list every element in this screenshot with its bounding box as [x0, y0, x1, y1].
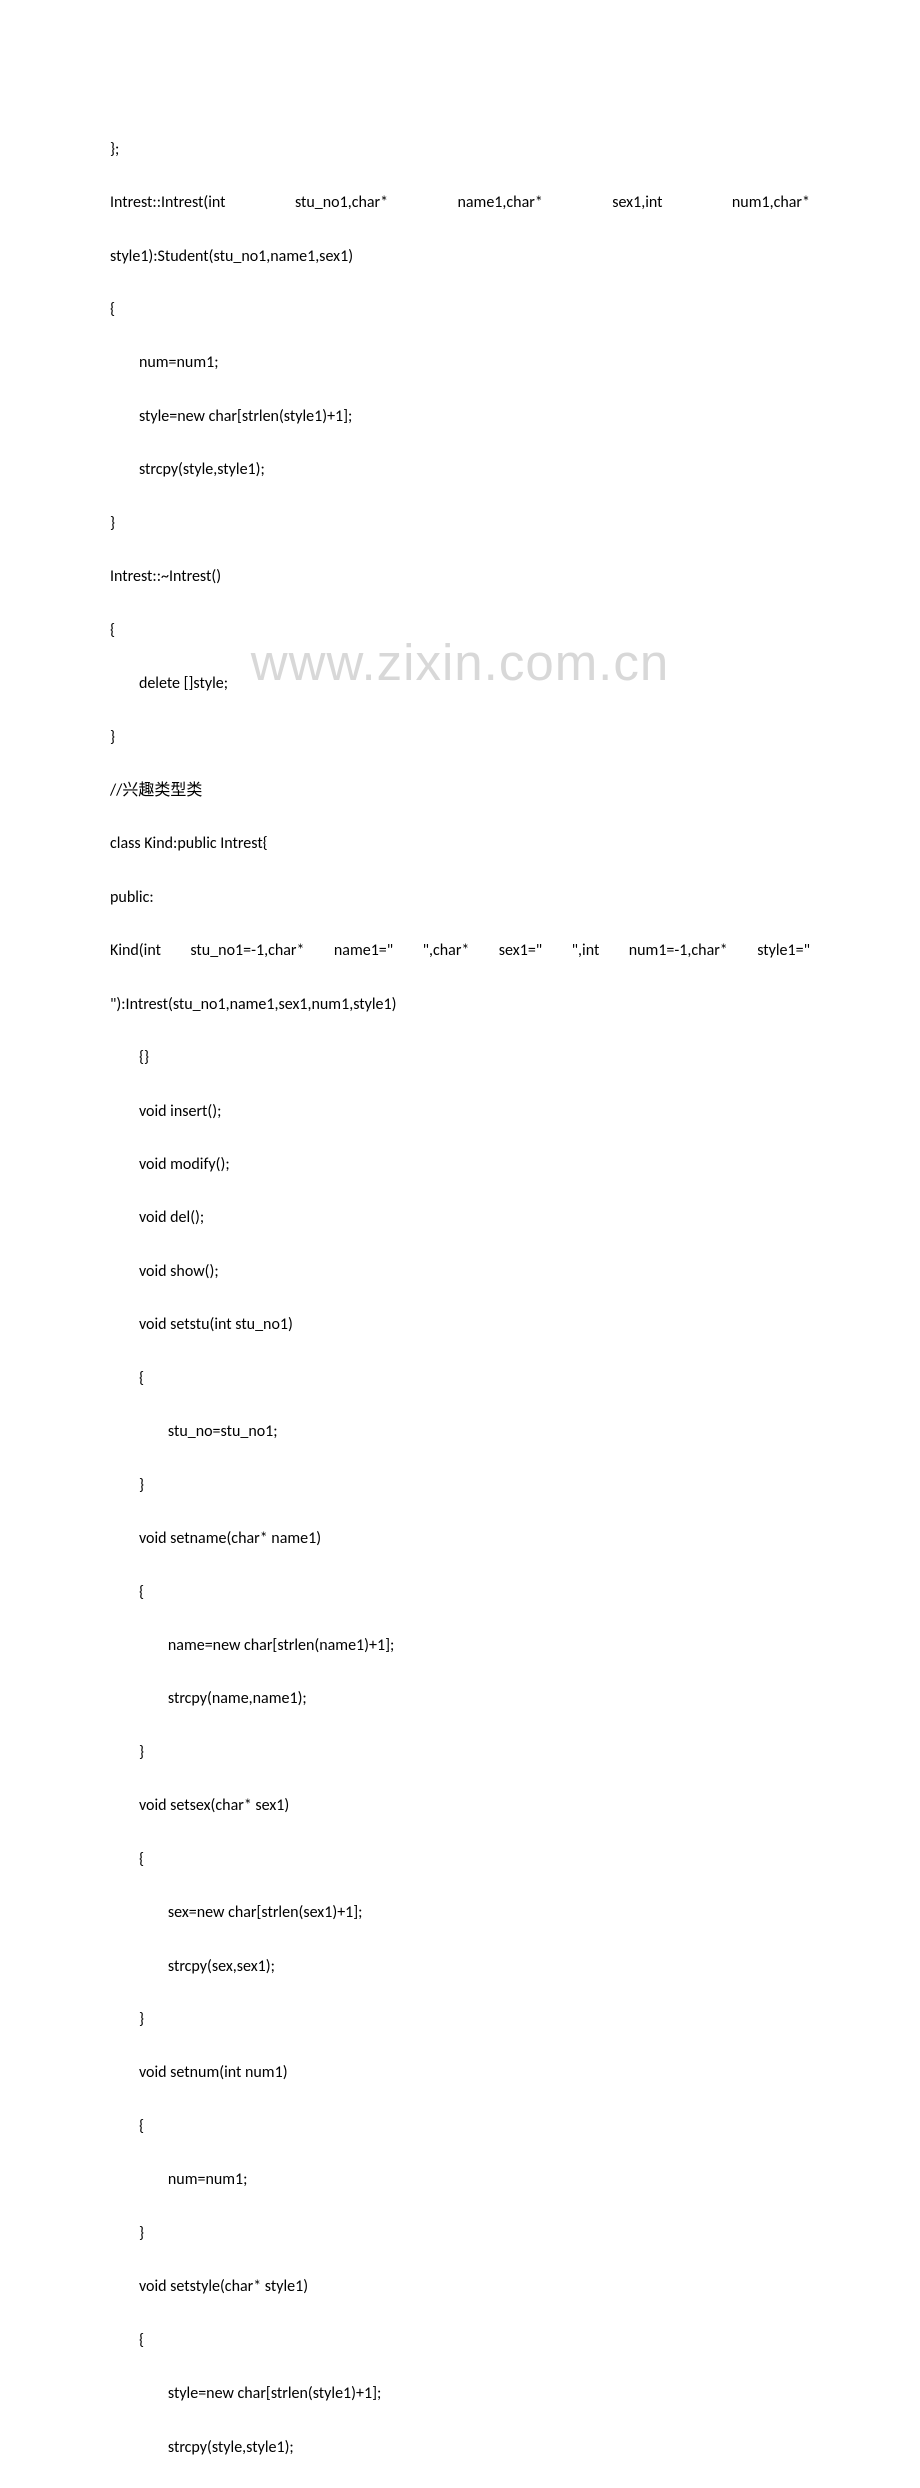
code-line: //兴趣类型类 [110, 778, 810, 805]
code-line: void setname(char* name1) [110, 1526, 810, 1553]
code-line: name=new char[strlen(name1)+1]; [110, 1633, 810, 1660]
code-line: style=new char[strlen(style1)+1]; [110, 2381, 810, 2408]
code-line: } [110, 511, 810, 538]
code-line: style1):Student(stu_no1,name1,sex1) [110, 244, 810, 271]
code-segment: num1=-1,char* [629, 938, 728, 965]
code-line: void setsex(char* sex1) [110, 1793, 810, 1820]
code-line: } [110, 2007, 810, 2034]
code-line: strcpy(style,style1); [110, 457, 810, 484]
code-line: { [110, 2328, 810, 2355]
code-segment: sex1,int [612, 190, 662, 217]
code-segment: Intrest::Intrest(int [110, 190, 226, 217]
code-line: Intrest::Intrest(int stu_no1,char* name1… [110, 190, 810, 217]
code-line: void del(); [110, 1205, 810, 1232]
code-line: } [110, 725, 810, 752]
code-line: style=new char[strlen(style1)+1]; [110, 404, 810, 431]
code-line: void setstyle(char* style1) [110, 2274, 810, 2301]
code-segment: stu_no1=-1,char* [190, 938, 304, 965]
code-segment: style1=" [757, 938, 810, 965]
code-line: } [110, 1473, 810, 1500]
code-line: Kind(int stu_no1=-1,char* name1=" ",char… [110, 938, 810, 965]
code-block: }; Intrest::Intrest(int stu_no1,char* na… [110, 110, 810, 2488]
code-line: { [110, 297, 810, 324]
code-line: { [110, 1366, 810, 1393]
code-line: }; [110, 137, 810, 164]
code-line: void setnum(int num1) [110, 2060, 810, 2087]
code-line: stu_no=stu_no1; [110, 1419, 810, 1446]
code-line: public: [110, 885, 810, 912]
code-line: } [110, 2221, 810, 2248]
code-line: strcpy(style,style1); [110, 2435, 810, 2462]
code-line: { [110, 1580, 810, 1607]
code-segment: num1,char* [732, 190, 810, 217]
code-line: class Kind:public Intrest{ [110, 831, 810, 858]
code-line: void setstu(int stu_no1) [110, 1312, 810, 1339]
code-segment: name1=" [334, 938, 393, 965]
code-line: strcpy(sex,sex1); [110, 1954, 810, 1981]
code-segment: Kind(int [110, 938, 161, 965]
code-line: { [110, 1847, 810, 1874]
code-line: num=num1; [110, 2167, 810, 2194]
code-line: Intrest::~Intrest() [110, 564, 810, 591]
code-line: sex=new char[strlen(sex1)+1]; [110, 1900, 810, 1927]
code-line: void modify(); [110, 1152, 810, 1179]
code-line: delete []style; [110, 671, 810, 698]
code-line: void insert(); [110, 1099, 810, 1126]
code-line: } [110, 1740, 810, 1767]
code-line: strcpy(name,name1); [110, 1686, 810, 1713]
code-line: { [110, 2114, 810, 2141]
code-segment: sex1=" [499, 938, 542, 965]
code-segment: name1,char* [457, 190, 542, 217]
code-line: void show(); [110, 1259, 810, 1286]
code-line: num=num1; [110, 350, 810, 377]
code-segment: stu_no1,char* [295, 190, 388, 217]
code-line: "):Intrest(stu_no1,name1,sex1,num1,style… [110, 992, 810, 1019]
code-line: { [110, 618, 810, 645]
code-segment: ",int [572, 938, 600, 965]
code-segment: ",char* [423, 938, 470, 965]
code-line: {} [110, 1045, 810, 1072]
